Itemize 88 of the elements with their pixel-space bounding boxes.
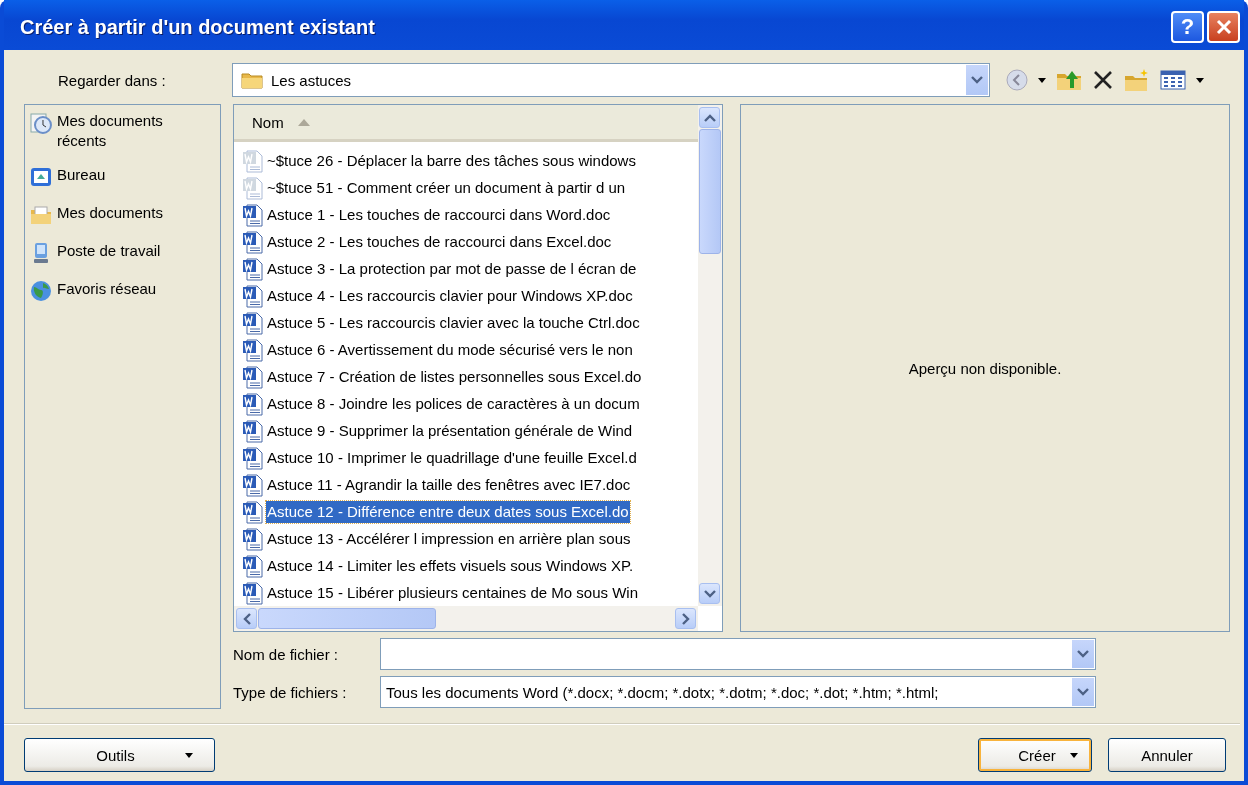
- chevron-right-icon: [681, 612, 690, 625]
- places-item[interactable]: Poste de travail: [29, 241, 216, 265]
- vertical-scrollbar[interactable]: [698, 105, 722, 606]
- places-item[interactable]: Mes documents: [29, 203, 216, 227]
- file-item[interactable]: ~$tuce 26 - Déplacer la barre des tâches sous windows: [266, 149, 637, 172]
- scrollbar-thumb[interactable]: [258, 608, 436, 629]
- file-name-label: Nom de fichier :: [233, 645, 340, 663]
- chevron-up-icon: [703, 113, 716, 122]
- caret-icon: [1196, 77, 1204, 83]
- file-type-value: Tous les documents Word (*.docx; *.docm; *.dotx; *.dotm; *.doc; *.dot; *.htm; *.html;: [386, 683, 939, 701]
- views-icon[interactable]: [1160, 70, 1186, 90]
- scroll-button[interactable]: [675, 608, 696, 629]
- close-icon: [1214, 18, 1233, 36]
- file-item[interactable]: Astuce 5 - Les raccourcis clavier avec la touche Ctrl.doc: [266, 311, 641, 334]
- cancel-button[interactable]: Annuler: [1108, 738, 1226, 772]
- places-item[interactable]: Favoris réseau: [29, 279, 216, 303]
- places-item[interactable]: Bureau: [29, 165, 216, 189]
- word-document-icon: [242, 445, 264, 470]
- window-title: Créer à partir d'un document existant: [20, 15, 376, 39]
- caret-icon: [184, 752, 193, 758]
- delete-icon[interactable]: [1092, 69, 1114, 91]
- word-document-icon: [242, 148, 264, 173]
- create-button[interactable]: Créer: [978, 738, 1092, 772]
- column-header[interactable]: Nom: [234, 105, 698, 142]
- file-item[interactable]: Astuce 12 - Différence entre deux dates sous Excel.do: [266, 500, 630, 523]
- word-document-icon: [242, 553, 264, 578]
- file-item[interactable]: Astuce 3 - La protection par mot de passe de l écran de: [266, 257, 638, 280]
- dropdown-button[interactable]: [1071, 639, 1095, 669]
- file-item[interactable]: Astuce 7 - Création de listes personnelles sous Excel.do: [266, 365, 643, 388]
- dropdown-button[interactable]: [965, 64, 989, 96]
- chevron-down-icon: [703, 589, 716, 598]
- word-document-icon: [242, 256, 264, 281]
- desktop-icon: [29, 165, 53, 189]
- file-item[interactable]: Astuce 1 - Les touches de raccourci dans Word.doc: [266, 203, 612, 226]
- preview-message: Aperçu non disponible.: [908, 359, 1062, 377]
- globe-icon: [29, 279, 53, 303]
- caret-icon: [1038, 77, 1046, 83]
- word-document-icon: [242, 229, 264, 254]
- word-document-icon: [242, 310, 264, 335]
- word-document-icon: [242, 472, 264, 497]
- word-document-icon: [242, 202, 264, 227]
- horizontal-scrollbar[interactable]: [234, 606, 698, 631]
- folder-icon: [241, 71, 263, 89]
- file-item[interactable]: Astuce 14 - Limiter les effets visuels sous Windows XP.: [266, 554, 635, 577]
- chevron-left-icon: [242, 612, 251, 625]
- file-item[interactable]: Astuce 8 - Joindre les polices de caractères à un docum: [266, 392, 641, 415]
- word-document-icon: [242, 175, 264, 200]
- dropdown-button[interactable]: [1071, 677, 1095, 707]
- scrollbar-thumb[interactable]: [699, 129, 721, 254]
- tools-button[interactable]: Outils: [24, 738, 215, 772]
- look-in-label: Regarder dans :: [57, 71, 167, 89]
- scroll-button[interactable]: [699, 107, 720, 128]
- word-document-icon: [242, 337, 264, 362]
- file-name-field[interactable]: [380, 638, 1096, 670]
- word-document-icon: [242, 391, 264, 416]
- caret-icon: [1069, 752, 1078, 758]
- word-document-icon: [242, 580, 264, 605]
- back-icon[interactable]: [1006, 69, 1028, 91]
- chevron-down-icon: [971, 76, 983, 84]
- close-button[interactable]: [1207, 11, 1240, 43]
- folder-up-icon[interactable]: [1056, 69, 1082, 91]
- chevron-down-icon: [1077, 650, 1089, 658]
- scroll-button[interactable]: [236, 608, 257, 629]
- places-item[interactable]: Mes documents récents: [29, 111, 216, 151]
- help-button[interactable]: ?: [1171, 11, 1204, 43]
- file-type-dropdown[interactable]: Tous les documents Word (*.docx; *.docm; *.dotx; *.dotm; *.doc; *.dot; *.htm; *.html;: [380, 676, 1096, 708]
- look-in-dropdown[interactable]: Les astuces: [232, 63, 990, 97]
- file-type-label: Type de fichiers :: [233, 683, 348, 701]
- clock-document-icon: [29, 111, 53, 135]
- word-document-icon: [242, 526, 264, 551]
- folder-icon: [29, 203, 53, 227]
- file-item[interactable]: Astuce 10 - Imprimer le quadrillage d'une feuille Excel.d: [266, 446, 638, 469]
- file-item[interactable]: Astuce 13 - Accélérer l impression en arrière plan sous: [266, 527, 632, 550]
- sort-ascending-icon: [297, 118, 310, 126]
- file-item[interactable]: Astuce 4 - Les raccourcis clavier pour Windows XP.doc: [266, 284, 634, 307]
- file-item[interactable]: Astuce 11 - Agrandir la taille des fenêtres avec IE7.doc: [266, 473, 632, 496]
- word-document-icon: [242, 499, 264, 524]
- file-item[interactable]: Astuce 2 - Les touches de raccourci dans Excel.doc: [266, 230, 613, 253]
- word-document-icon: [242, 283, 264, 308]
- scroll-button[interactable]: [699, 583, 720, 604]
- word-document-icon: [242, 364, 264, 389]
- file-item[interactable]: ~$tuce 51 - Comment créer un document à partir d un: [266, 176, 627, 199]
- file-item[interactable]: Astuce 6 - Avertissement du mode sécurisé vers le non: [266, 338, 634, 361]
- file-item[interactable]: Astuce 15 - Libérer plusieurs centaines de Mo sous Win: [266, 581, 639, 604]
- chevron-down-icon: [1077, 688, 1089, 696]
- word-document-icon: [242, 418, 264, 443]
- look-in-value: Les astuces: [271, 71, 352, 89]
- file-item[interactable]: Astuce 9 - Supprimer la présentation générale de Wind: [266, 419, 634, 442]
